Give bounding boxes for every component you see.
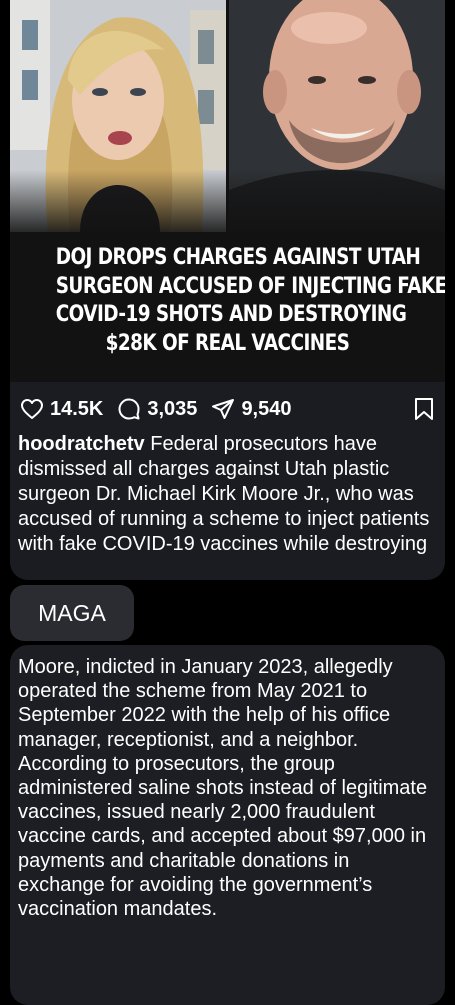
post-caption[interactable]: hoodratchetv Federal prosecutors have di… bbox=[18, 432, 438, 572]
heart-icon bbox=[21, 399, 43, 419]
expanded-caption-card: Moore, indicted in January 2023, alleged… bbox=[10, 645, 445, 1005]
action-bar: 14.5K 3,035 9,540 bbox=[20, 392, 435, 426]
comment-count: 3,035 bbox=[147, 397, 198, 420]
headline-line: COVID-19 SHOTS AND DESTROYING bbox=[55, 301, 407, 327]
reply-tag[interactable]: MAGA bbox=[10, 585, 134, 641]
post-card: DOJ DROPS CHARGES AGAINST UTAH SURGEON A… bbox=[10, 0, 445, 580]
send-icon bbox=[212, 399, 235, 419]
share-count: 9,540 bbox=[241, 397, 292, 420]
headline: DOJ DROPS CHARGES AGAINST UTAH SURGEON A… bbox=[55, 243, 445, 357]
comment-bubble-icon bbox=[118, 398, 140, 420]
headline-line: DOJ DROPS CHARGES AGAINST UTAH bbox=[55, 244, 421, 270]
post-image[interactable]: DOJ DROPS CHARGES AGAINST UTAH SURGEON A… bbox=[10, 0, 445, 382]
share-button[interactable]: 9,540 bbox=[211, 397, 292, 421]
bookmark-icon[interactable] bbox=[413, 397, 435, 421]
image-fade bbox=[10, 170, 445, 240]
comment-button[interactable]: 3,035 bbox=[117, 397, 197, 421]
like-button[interactable]: 14.5K bbox=[20, 397, 103, 421]
expanded-caption-text: Moore, indicted in January 2023, alleged… bbox=[18, 656, 428, 921]
like-count: 14.5K bbox=[50, 397, 104, 420]
headline-line: $28K OF REAL VACCINES bbox=[105, 329, 350, 356]
headline-line: SURGEON ACCUSED OF INJECTING FAKE bbox=[55, 272, 445, 299]
caption-username[interactable]: hoodratchetv bbox=[18, 433, 145, 455]
